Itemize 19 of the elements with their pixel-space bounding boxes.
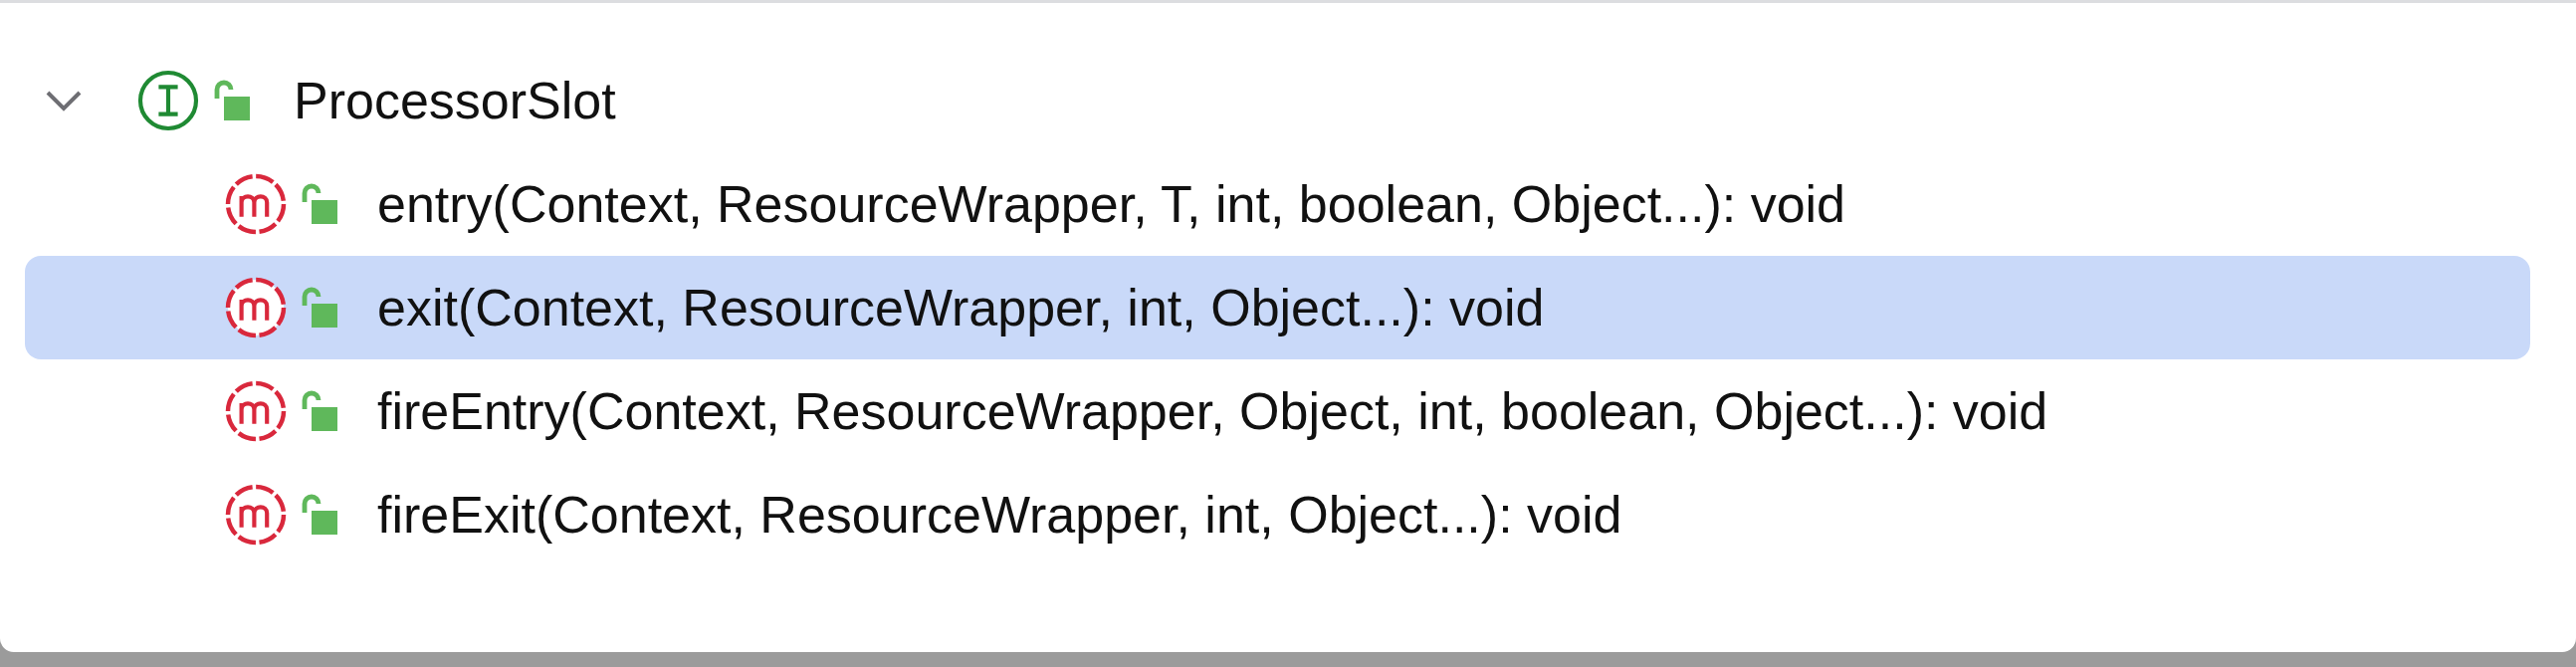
method-signature: fireEntry(Context, ResourceWrapper, Object, int, boolean, Object...): void — [377, 381, 2048, 441]
unlocked-padlock-icon — [300, 493, 339, 537]
interface-icon — [136, 69, 200, 132]
tree-item[interactable]: entry(Context, ResourceWrapper, T, int, boolean, Object...): void — [25, 152, 2530, 256]
method-signature: fireExit(Context, ResourceWrapper, int, Object...): void — [377, 485, 1622, 545]
unlocked-padlock-icon — [300, 182, 339, 226]
unlocked-padlock-icon — [212, 79, 252, 122]
tree-item[interactable]: exit(Context, ResourceWrapper, int, Object...): void — [25, 256, 2530, 359]
unlocked-padlock-icon — [300, 286, 339, 330]
method-icon — [224, 379, 288, 443]
method-icon — [224, 276, 288, 339]
tree-item-label[interactable]: ProcessorSlot — [294, 71, 616, 130]
tree-item[interactable]: fireExit(Context, ResourceWrapper, int, Object...): void — [25, 463, 2530, 566]
unlocked-padlock-icon — [300, 389, 339, 433]
tree-item[interactable]: fireEntry(Context, ResourceWrapper, Object, int, boolean, Object...): void — [25, 359, 2530, 463]
method-icon — [224, 172, 288, 236]
method-signature: exit(Context, ResourceWrapper, int, Object...): void — [377, 278, 1545, 337]
method-signature: entry(Context, ResourceWrapper, T, int, boolean, Object...): void — [377, 174, 1846, 234]
method-icon — [224, 483, 288, 547]
